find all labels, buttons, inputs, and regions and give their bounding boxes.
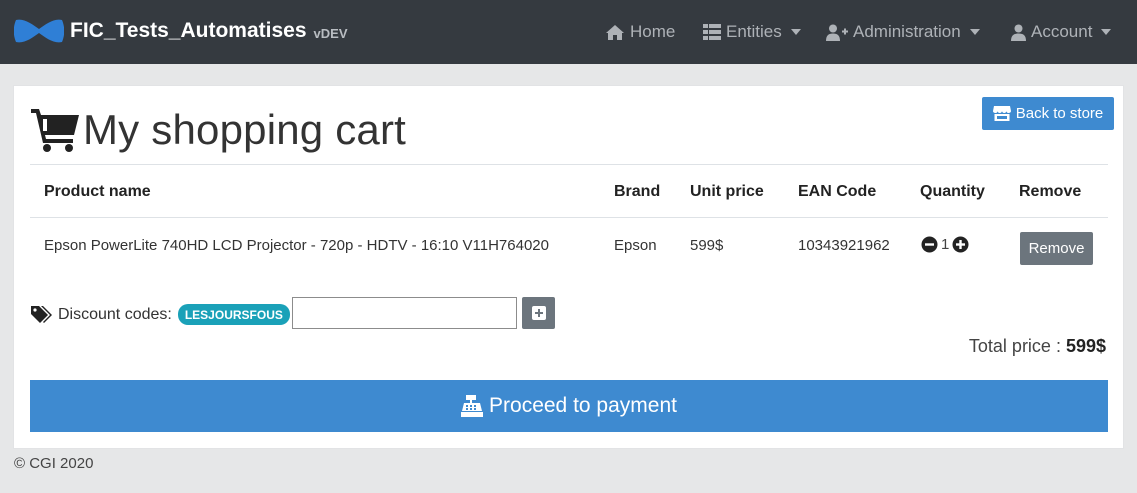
divider [30,217,1108,218]
cell-product-name: Epson PowerLite 740HD LCD Projector - 72… [44,237,549,254]
back-to-store-button[interactable]: Back to store [982,97,1114,130]
chevron-down-icon [790,29,801,35]
remove-button-label: Remove [1028,240,1085,257]
proceed-to-payment-button[interactable]: Proceed to payment [30,380,1108,432]
total-price-label: Total price : [968,336,1066,356]
user-icon [1011,24,1026,41]
back-to-store-label: Back to store [1015,105,1104,122]
nav-home-label: Home [630,22,676,41]
tags-icon [31,305,52,323]
plus-circle-icon[interactable] [952,236,969,253]
total-price-value: 599$ [1065,336,1106,356]
app-title: FIC_Tests_Automatises [70,19,307,42]
quantity-stepper: 1 [921,236,969,253]
cart-card: My shopping cart Back to store Product n… [13,85,1124,449]
nav-home[interactable]: Home [605,20,675,44]
bowtie-logo-icon [14,19,64,43]
add-discount-button[interactable] [522,297,555,329]
remove-button[interactable]: Remove [1020,232,1093,265]
chevron-down-icon [969,29,980,35]
nav-administration[interactable]: Administration [826,20,980,44]
page-title: My shopping cart [31,104,406,156]
chevron-down-icon [1101,29,1112,35]
cell-ean: 10343921962 [798,237,890,254]
page-title-text: My shopping cart [83,106,407,153]
user-plus-icon [826,24,848,41]
col-header-quantity: Quantity [920,183,985,200]
discount-code-badge[interactable]: LESJOURSFOUS [177,304,290,325]
cell-unit-price: 599$ [690,237,724,254]
discount-label: Discount codes: [58,305,172,323]
nav-account[interactable]: Account [1011,20,1112,44]
col-header-product: Product name [44,183,151,200]
cash-register-icon [461,395,484,417]
col-header-brand: Brand [614,183,661,200]
col-header-unit-price: Unit price [690,183,764,200]
minus-circle-icon[interactable] [921,236,938,253]
nav-entities[interactable]: Entities [703,20,801,44]
col-header-remove: Remove [1019,183,1082,200]
plus-square-icon [531,306,546,320]
home-icon [606,24,624,40]
navbar: FIC_Tests_Automatises vDEV Home Entities… [0,0,1137,64]
nav-administration-label: Administration [853,22,961,41]
shopping-cart-icon [31,109,79,152]
th-list-icon [703,24,721,40]
store-icon [992,106,1011,121]
proceed-to-payment-label: Proceed to payment [489,394,677,417]
quantity-value: 1 [941,236,950,253]
footer-copyright: © CGI 2020 [14,455,94,472]
discount-codes: Discount codes: LESJOURSFOUS [31,304,290,325]
nav-entities-label: Entities [726,22,782,41]
total-price: Total price : 599$ [969,336,1106,357]
cell-brand: Epson [614,237,657,254]
app-version: vDEV [313,25,348,41]
discount-code-input[interactable] [292,297,517,329]
col-header-ean: EAN Code [798,183,877,200]
brand[interactable]: FIC_Tests_Automatises vDEV [14,14,348,48]
divider [30,164,1108,165]
nav-account-label: Account [1031,22,1093,41]
